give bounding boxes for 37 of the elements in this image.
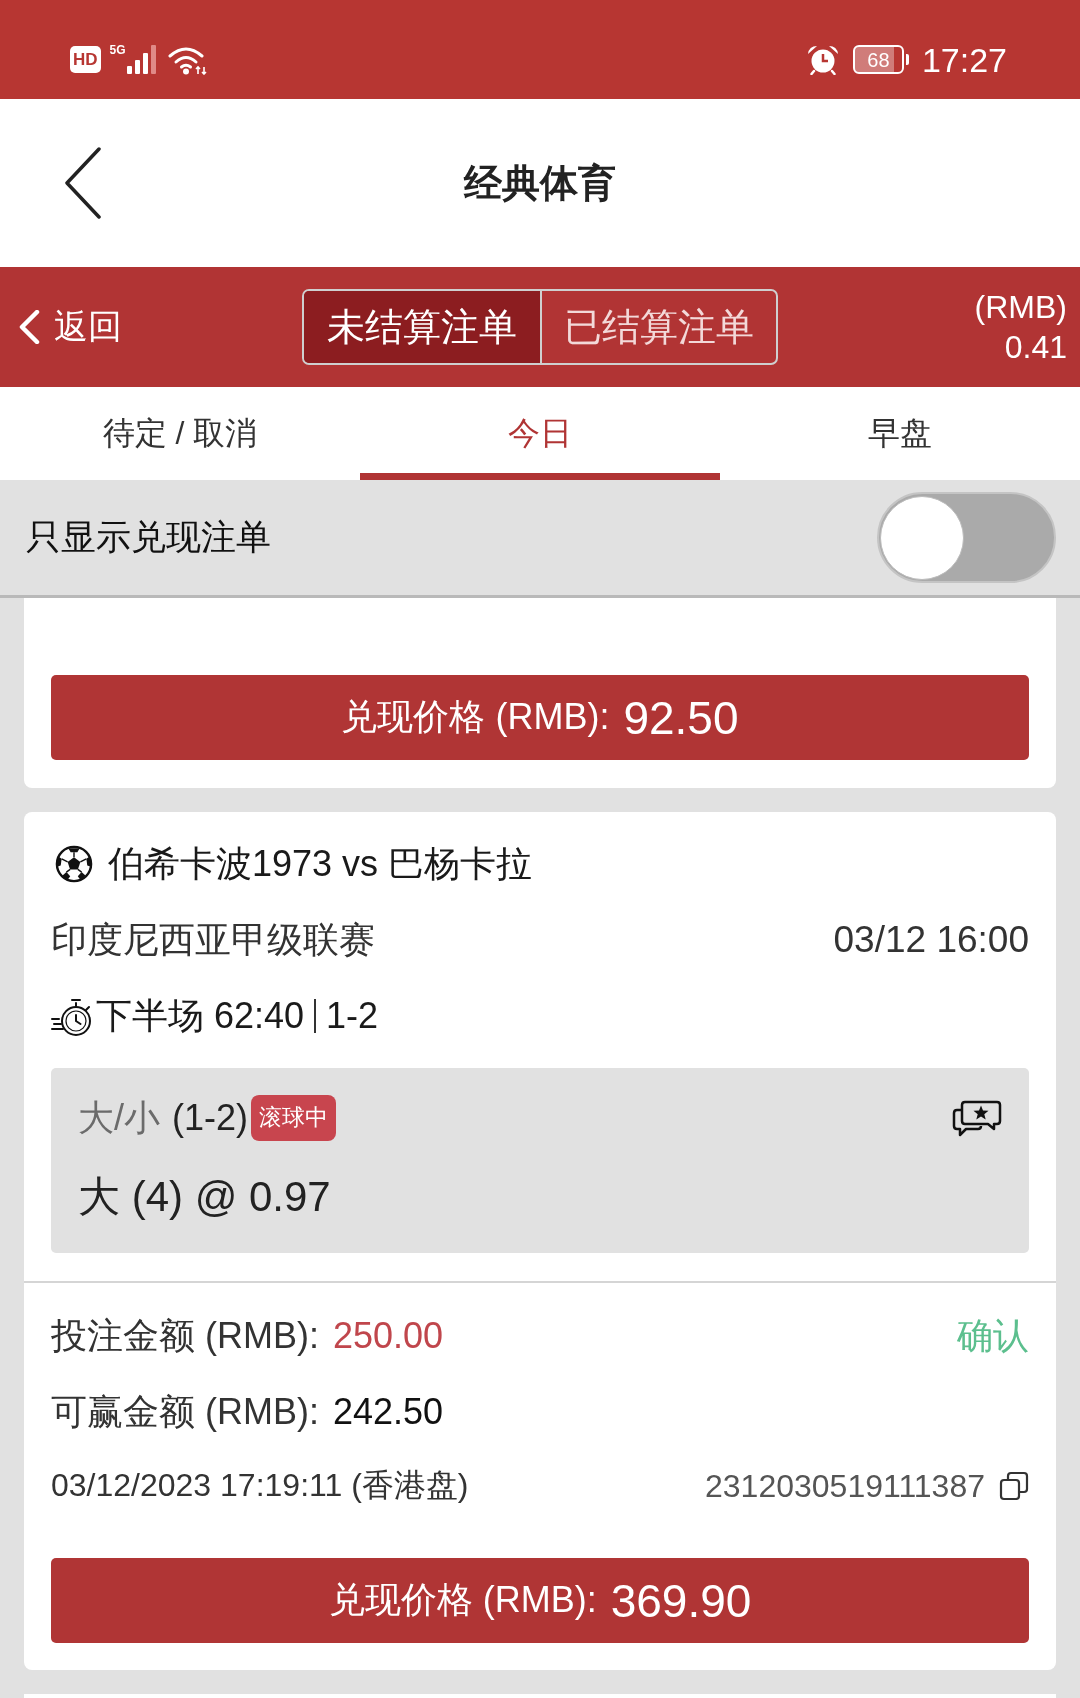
bet-time: 03/12/2023 17:19:11 (香港盘) <box>51 1466 469 1505</box>
cash-out-button[interactable]: 兑现价格 (RMB): 369.90 <box>51 1558 1029 1643</box>
bet-status: 确认 <box>957 1313 1029 1358</box>
segment-tab[interactable]: 未结算注单 <box>304 291 540 363</box>
segment-tab[interactable]: 已结算注单 <box>540 291 776 363</box>
live-badge: 滚球中 <box>251 1095 337 1141</box>
signal-icon <box>126 45 159 74</box>
cash-out-button[interactable]: 兑现价格 (RMB): 92.50 <box>51 675 1029 760</box>
filter-label: 只显示兑现注单 <box>26 516 271 558</box>
currency-label: (RMB) <box>974 288 1067 327</box>
back-button[interactable]: 返回 <box>18 304 122 350</box>
match-period: 下半场 62:40 <box>96 993 305 1038</box>
chat-star-icon[interactable] <box>952 1099 1002 1137</box>
payout-amount: 242.50 <box>333 1391 444 1433</box>
chevron-left-icon <box>63 147 103 219</box>
soccer-ball-icon <box>55 845 93 883</box>
network-type: 5G <box>109 44 126 56</box>
kickoff-time: 03/12 16:00 <box>833 919 1029 961</box>
market-line: (1-2) <box>172 1097 249 1139</box>
balance-value: 0.41 <box>1004 328 1067 367</box>
stake-label: 投注金额 (RMB): <box>51 1314 319 1356</box>
payout-label: 可赢金额 (RMB): <box>51 1389 319 1434</box>
stake-amount: 250.00 <box>333 1314 444 1356</box>
battery-indicator: 68 <box>852 45 909 74</box>
copy-icon[interactable] <box>999 1471 1029 1501</box>
chevron-left-icon <box>18 310 40 344</box>
league-name: 印度尼西亚甲级联赛 <box>51 917 375 962</box>
clock-time: 17:27 <box>921 42 1007 77</box>
ticket-id: 2312030519111387 <box>705 1467 985 1505</box>
match-title: 伯希卡波1973 vs 巴杨卡拉 <box>108 841 533 886</box>
market-type: 大/小 <box>78 1095 160 1140</box>
page-title: 经典体育 <box>464 160 616 206</box>
alarm-clock-icon <box>805 44 840 75</box>
match-score: 1-2 <box>326 995 379 1037</box>
wifi-icon <box>167 44 208 75</box>
hd-indicator: HD <box>70 46 101 73</box>
selection-odds: 大 (4) @ 0.97 <box>78 1172 331 1222</box>
